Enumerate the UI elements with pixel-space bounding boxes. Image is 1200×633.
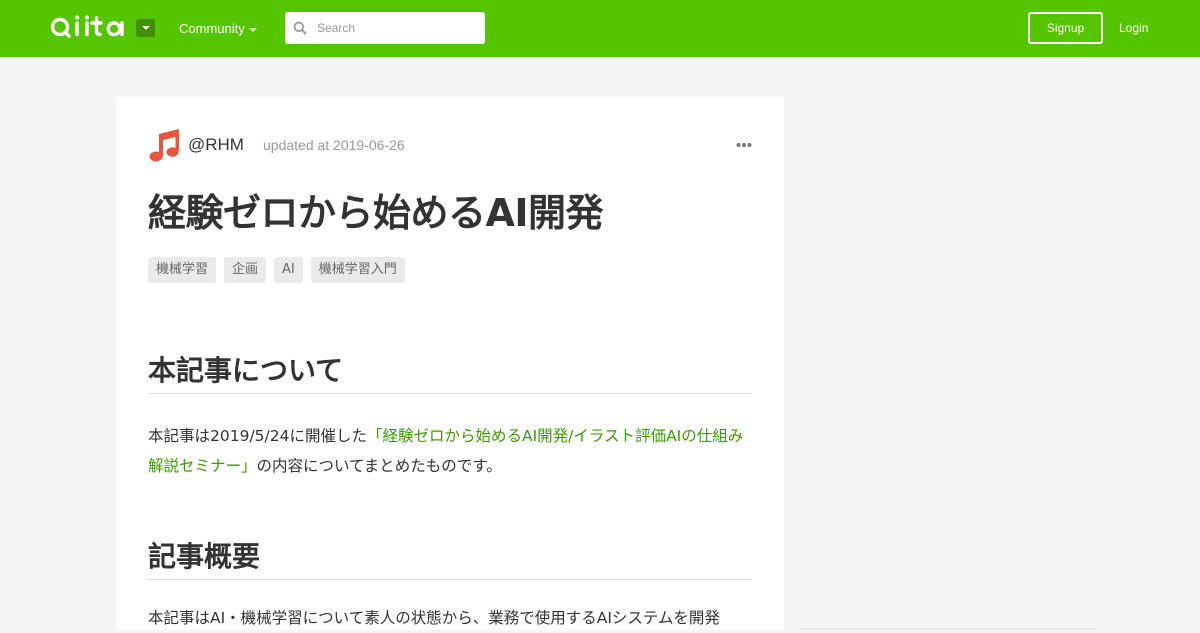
tag[interactable]: 機械学習入門	[310, 257, 405, 283]
tag[interactable]: AI	[274, 257, 303, 283]
more-options-icon[interactable]	[736, 142, 752, 148]
section-paragraph: 本記事は2019/5/24に開催した「経験ゼロから始めるAI開発/イラスト評価A…	[148, 421, 754, 481]
tag[interactable]: 機械学習	[148, 257, 217, 283]
login-link[interactable]: Login	[1119, 19, 1148, 37]
logo-dropdown-button[interactable]	[136, 19, 155, 37]
site-header: Community Signup Login	[0, 0, 1200, 57]
article-card: @RHM updated at 2019-06-26 経験ゼロから始めるAI開発…	[116, 97, 784, 630]
updated-date: updated at 2019-06-26	[263, 137, 405, 153]
paragraph-text: の内容についてまとめたものです。	[256, 457, 502, 475]
paragraph-text: 本記事は2019/5/24に開催した	[148, 427, 367, 445]
section-heading: 記事概要	[148, 537, 752, 580]
signup-button[interactable]: Signup	[1028, 12, 1103, 44]
search-input[interactable]	[313, 12, 481, 44]
community-menu[interactable]: Community	[179, 19, 245, 39]
chevron-down-icon	[249, 28, 257, 32]
tag[interactable]: 企画	[224, 257, 267, 283]
music-note-icon[interactable]	[148, 127, 182, 163]
author-username[interactable]: @RHM	[188, 135, 244, 155]
tag-list: 機械学習 企画 AI 機械学習入門	[148, 257, 405, 283]
search-icon	[293, 21, 307, 35]
section-heading: 本記事について	[148, 351, 752, 394]
section-paragraph: 本記事はAI・機械学習について素人の状態から、業務で使用するAIシステムを開発	[148, 609, 720, 627]
article-title: 経験ゼロから始めるAI開発	[148, 191, 604, 235]
qiita-logo[interactable]	[50, 13, 126, 43]
search-box[interactable]	[285, 12, 485, 44]
